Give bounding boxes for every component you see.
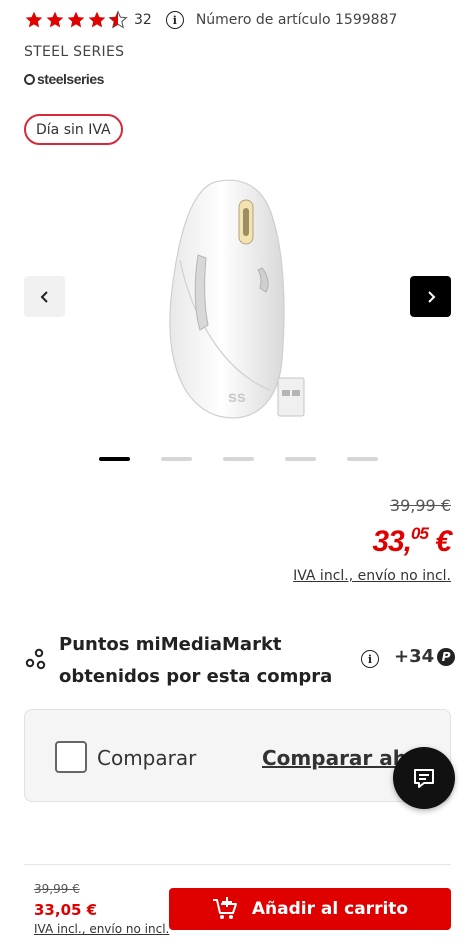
rating-stars[interactable]: 32 [24, 10, 152, 30]
add-to-cart-label: Añadir al carrito [251, 899, 409, 919]
promo-badge: Día sin IVA [24, 114, 123, 145]
brand-name: STEEL SERIES [24, 44, 125, 60]
price-currency: € [427, 525, 452, 558]
chevron-right-icon [427, 290, 435, 303]
brand-logo-text: steelseries [37, 71, 104, 87]
star-icon [46, 11, 64, 28]
sticky-old-price: 39,99 € [34, 882, 80, 896]
star-icon [25, 11, 43, 28]
svg-text:ss: ss [228, 389, 246, 406]
gallery-next-button[interactable] [410, 276, 451, 317]
chat-icon [414, 769, 434, 788]
sticky-current-price: 33,05 € [34, 901, 98, 919]
gallery-dot[interactable] [347, 457, 378, 461]
loyalty-points: Puntos miMediaMarkt obtenidos por esta c… [24, 627, 456, 695]
divider [24, 864, 451, 865]
gallery-pagination [99, 457, 378, 461]
product-gallery: ss [0, 160, 475, 440]
half-star-icon [108, 10, 128, 29]
article-number: Número de artículo 1599887 [195, 12, 398, 28]
compare-box: Comparar Comparar ahora [24, 709, 451, 802]
price-cents: 05 [411, 524, 429, 543]
steelseries-logo-icon [24, 73, 35, 85]
points-icon [25, 648, 46, 670]
points-amount: +34 [394, 646, 435, 667]
gallery-dot[interactable] [223, 457, 254, 461]
product-image[interactable]: ss [160, 170, 320, 425]
gallery-dot[interactable] [285, 457, 316, 461]
gallery-dot[interactable] [161, 457, 192, 461]
old-price: 39,99 € [389, 496, 451, 515]
chevron-left-icon [40, 290, 48, 303]
brand-logo[interactable]: steelseries [24, 71, 104, 87]
gallery-prev-button[interactable] [24, 276, 65, 317]
rating-row: 32 i Número de artículo 1599887 [24, 8, 464, 32]
star-icon [67, 11, 85, 28]
add-to-cart-button[interactable]: Añadir al carrito [169, 888, 451, 930]
info-icon[interactable]: i [165, 11, 184, 29]
price-main: 33, [372, 525, 412, 558]
info-icon[interactable]: i [361, 650, 379, 668]
price-tax-note[interactable]: IVA incl., envío no incl. [293, 568, 451, 584]
points-badge-icon: P [437, 647, 456, 666]
star-icon [88, 11, 106, 28]
rating-count: 32 [134, 12, 152, 28]
chat-button[interactable] [393, 747, 455, 809]
compare-label[interactable]: Comparar [97, 746, 196, 770]
compare-checkbox[interactable] [55, 741, 87, 773]
gallery-dot[interactable] [99, 457, 130, 461]
points-value: +34 P [394, 646, 456, 667]
sticky-tax-note[interactable]: IVA incl., envío no incl. [34, 922, 169, 936]
add-to-cart-icon [212, 897, 237, 919]
points-text: Puntos miMediaMarkt obtenidos por esta c… [59, 634, 333, 687]
current-price: 33,05 € [372, 524, 452, 559]
